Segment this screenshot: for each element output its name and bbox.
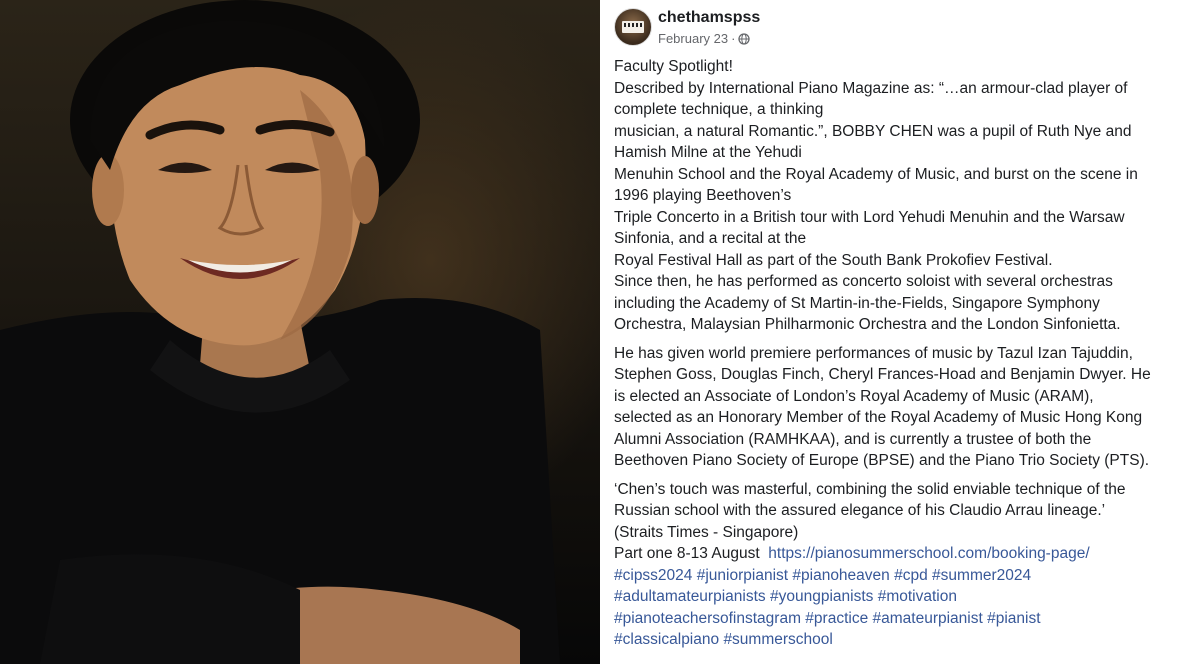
text-line: Since then, he has performed as concerto… [614, 273, 1113, 290]
piano-avatar-icon[interactable] [614, 8, 652, 46]
hashtag-line: #pianoteachersofinstagram #practice #ama… [614, 608, 1186, 630]
text-line: Beethoven Piano Society of Europe (BPSE)… [614, 452, 1150, 469]
text-line: Faculty Spotlight! [614, 58, 733, 75]
post-panel: chethamspss February 23 · Faculty Spotli… [600, 0, 1200, 664]
part-one-text: Part one 8-13 August [614, 545, 760, 562]
post-header: chethamspss February 23 · [614, 8, 1184, 52]
text-line: Described by International Piano Magazin… [614, 79, 1128, 97]
text-line: complete technique, a thinking [614, 101, 824, 118]
text-line: Russian school with the assured elegance… [614, 502, 1106, 519]
hashtag-link[interactable]: #summer2024 [932, 567, 1031, 584]
text-line: is elected an Associate of London’s Roya… [614, 387, 1094, 405]
text-line: Stephen Goss, Douglas Finch, Cheryl Fran… [614, 366, 1151, 383]
portrait-illustration [0, 0, 560, 664]
text-line: Royal Festival Hall as part of the South… [614, 251, 1053, 269]
post-body: Faculty Spotlight! Described by Internat… [614, 56, 1186, 651]
text-line: He has given world premiere performances… [614, 344, 1133, 362]
text-line: including the Academy of St Martin-in-th… [614, 294, 1100, 312]
hashtag-link[interactable]: #youngpianists [770, 588, 873, 605]
text-line: Alumni Association (RAMHKAA), and is cur… [614, 430, 1092, 448]
hashtag-link[interactable]: #pianist [987, 610, 1040, 627]
hashtag-line: #cipss2024 #juniorpianist #pianoheaven #… [614, 565, 1186, 587]
hashtag-link[interactable]: #pianoteachersofinstagram [614, 610, 801, 627]
hashtag-link[interactable]: #cipss2024 [614, 567, 692, 584]
post-photo[interactable] [0, 0, 600, 664]
text-line: Sinfonia, and a recital at the [614, 230, 807, 247]
hashtag-link[interactable]: #cpd [894, 567, 928, 584]
paragraph-2: He has given world premiere performances… [614, 343, 1186, 472]
text-line: musician, a natural Romantic.”, BOBBY CH… [614, 122, 1132, 140]
globe-icon[interactable] [738, 32, 751, 45]
post-meta: February 23 · [658, 31, 751, 46]
text-line: Triple Concerto in a British tour with L… [614, 208, 1125, 226]
post-date[interactable]: February 23 [658, 31, 728, 46]
hashtag-link[interactable]: #amateurpianist [873, 610, 983, 627]
hashtag-link[interactable]: #pianoheaven [792, 567, 889, 584]
text-line: ‘Chen’s touch was masterful, combining t… [614, 480, 1126, 498]
text-line: selected as an Honorary Member of the Ro… [614, 409, 1143, 426]
hashtag-link[interactable]: #practice [805, 610, 868, 627]
text-line: (Straits Times - Singapore) [614, 523, 799, 541]
booking-link[interactable]: https://pianosummerschool.com/booking-pa… [768, 545, 1089, 562]
hashtag-link[interactable]: #motivation [878, 588, 957, 605]
hashtag-link[interactable]: #juniorpianist [697, 567, 788, 584]
hashtag-line: #classicalpiano #summerschool [614, 629, 1186, 651]
text-line: Hamish Milne at the Yehudi [614, 144, 802, 161]
paragraph-1: Faculty Spotlight! Described by Internat… [614, 56, 1186, 336]
text-line: Menuhin School and the Royal Academy of … [614, 165, 1138, 183]
paragraph-3: ‘Chen’s touch was masterful, combining t… [614, 479, 1186, 651]
hashtag-link[interactable]: #summerschool [723, 631, 832, 648]
hashtag-link[interactable]: #adultamateurpianists [614, 588, 766, 605]
username[interactable]: chethamspss [658, 9, 760, 27]
hashtag-link[interactable]: #classicalpiano [614, 631, 719, 648]
meta-separator: · [731, 31, 736, 46]
text-line: Orchestra, Malaysian Philharmonic Orches… [614, 316, 1121, 333]
part-one-line: Part one 8-13 August https://pianosummer… [614, 543, 1186, 565]
hashtag-line: #adultamateurpianists #youngpianists #mo… [614, 586, 1186, 608]
text-line: 1996 playing Beethoven’s [614, 187, 792, 204]
